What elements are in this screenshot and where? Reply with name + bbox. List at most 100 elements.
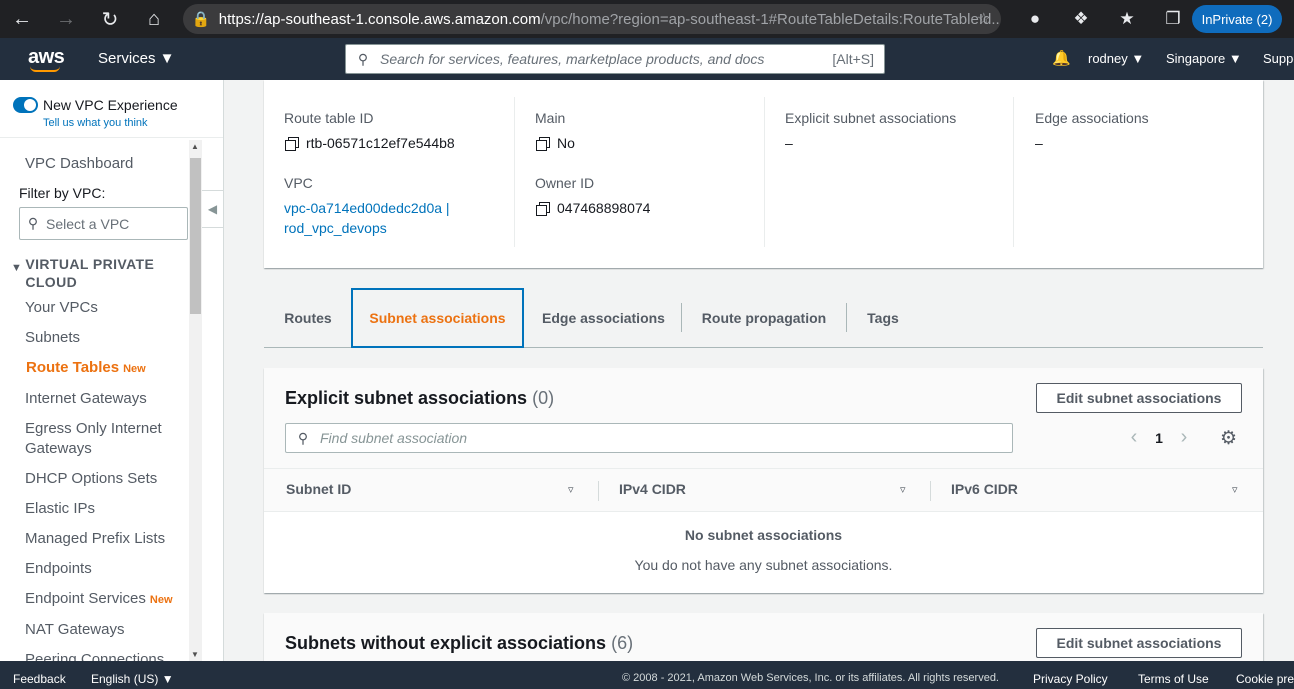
aws-logo-smile	[30, 66, 60, 72]
scroll-down-icon[interactable]: ▼	[191, 650, 199, 659]
sidebar-item-peering-connections[interactable]: Peering Connections	[25, 650, 185, 661]
sidebar-item-internet-gateways[interactable]: Internet Gateways	[25, 389, 185, 409]
favorite-star-icon[interactable]: ☆	[977, 9, 991, 29]
chevron-right-icon[interactable]: ›	[1169, 426, 1199, 449]
details-column-2: Main No Owner ID 047468898074	[514, 97, 764, 247]
route-table-id-label: Route table ID	[284, 110, 374, 126]
privacy-policy-link[interactable]: Privacy Policy	[1033, 672, 1108, 686]
chevron-left-icon[interactable]: ‹	[1119, 426, 1149, 449]
explicit-associations-label: Explicit subnet associations	[785, 110, 957, 126]
region-menu[interactable]: Singapore ▼	[1166, 51, 1242, 66]
pagination: ‹ 1 ›	[1119, 426, 1199, 449]
sort-icon[interactable]: ▿	[900, 483, 906, 496]
section-title: VIRTUAL PRIVATE CLOUD	[25, 256, 155, 290]
back-icon[interactable]: ←	[0, 0, 44, 38]
virtual-private-cloud-section[interactable]: ▼ VIRTUAL PRIVATE CLOUD	[11, 255, 191, 291]
home-icon[interactable]: ⌂	[132, 0, 176, 38]
scroll-up-icon[interactable]: ▲	[191, 142, 199, 151]
toggle-switch[interactable]	[13, 97, 38, 113]
sidebar-item-endpoints[interactable]: Endpoints	[25, 559, 185, 579]
explicit-subnet-associations-card: Explicit subnet associations (0) Edit su…	[264, 368, 1263, 593]
browser-toolbar: ← → ↻ ⌂ 🔒 https://ap-southeast-1.console…	[0, 0, 1294, 38]
sidebar-item-subnets[interactable]: Subnets	[25, 328, 185, 348]
card-header: Explicit subnet associations (0) Edit su…	[264, 368, 1263, 468]
caret-down-icon: ▼	[11, 262, 23, 274]
sidebar: New VPC Experience Tell us what you thin…	[0, 80, 224, 661]
card-count: (6)	[611, 633, 634, 653]
card-title: Explicit subnet associations (0)	[285, 388, 554, 409]
sidebar-item-endpoint-services[interactable]: Endpoint Services New	[25, 589, 195, 610]
edit-subnet-associations-button[interactable]: Edit subnet associations	[1036, 383, 1242, 413]
vpc-id-text: vpc-0a714ed00dedc2d0a |	[284, 200, 450, 216]
vpc-link[interactable]: vpc-0a714ed00dedc2d0a | rod_vpc_devops	[284, 198, 450, 238]
sidebar-item-label: Managed Prefix Lists	[25, 530, 166, 547]
extension-icon[interactable]: ●	[1012, 9, 1058, 29]
language-selector[interactable]: English (US) ▼	[91, 672, 174, 686]
search-icon: ⚲	[297, 429, 309, 446]
services-menu[interactable]: Services ▼	[98, 50, 175, 67]
collapse-sidebar-button[interactable]: ◀	[202, 190, 224, 228]
tab-tags[interactable]: Tags	[847, 288, 919, 347]
card-title-text: Explicit subnet associations	[285, 388, 528, 408]
gear-icon[interactable]: ⚙	[1220, 427, 1237, 450]
sidebar-scrollbar[interactable]: ▲ ▼	[189, 140, 202, 661]
vpc-label: VPC	[284, 175, 313, 191]
sidebar-item-nat-gateways[interactable]: NAT Gateways	[25, 620, 185, 640]
console-search-input[interactable]: ⚲ Search for services, features, marketp…	[345, 44, 885, 74]
find-subnet-association-input[interactable]: ⚲ Find subnet association	[285, 423, 1013, 453]
sidebar-item-vpc-dashboard[interactable]: VPC Dashboard	[25, 154, 185, 174]
extensions-puzzle-icon[interactable]: ❖	[1058, 9, 1104, 29]
vpc-name-text: rod_vpc_devops	[284, 220, 387, 236]
support-menu[interactable]: Support	[1263, 51, 1294, 66]
page-number[interactable]: 1	[1149, 430, 1169, 446]
favorites-icon[interactable]: ★	[1104, 9, 1150, 29]
empty-state-description: You do not have any subnet associations.	[634, 557, 893, 573]
copy-icon[interactable]	[536, 201, 550, 216]
user-menu[interactable]: rodney ▼	[1088, 51, 1144, 66]
collections-icon[interactable]: ❐	[1150, 9, 1196, 29]
console-search-placeholder: Search for services, features, marketpla…	[380, 51, 765, 67]
sidebar-item-dhcp-options-sets[interactable]: DHCP Options Sets	[25, 469, 185, 489]
column-subnet-id[interactable]: Subnet ID	[286, 481, 351, 497]
terms-of-use-link[interactable]: Terms of Use	[1138, 672, 1209, 686]
feedback-link[interactable]: Feedback	[13, 672, 66, 686]
inprivate-badge[interactable]: InPrivate (2)	[1192, 5, 1282, 33]
sidebar-item-label: Internet Gateways	[25, 390, 147, 407]
find-placeholder: Find subnet association	[320, 430, 468, 446]
feedback-link[interactable]: Tell us what you think	[43, 117, 148, 129]
sidebar-item-label: Elastic IPs	[25, 500, 96, 517]
sidebar-item-label: Endpoint Services	[25, 590, 146, 607]
url-path: /vpc/home?region=ap-southeast-1#RouteTab…	[540, 10, 1001, 28]
new-vpc-experience-toggle[interactable]: New VPC Experience	[13, 97, 178, 113]
tab-subnet-associations[interactable]: Subnet associations	[351, 288, 524, 348]
table-header: Subnet ID ▿ IPv4 CIDR ▿ IPv6 CIDR ▿	[264, 468, 1263, 512]
cookie-preferences-link[interactable]: Cookie preferences	[1236, 672, 1294, 686]
url-host: https://ap-southeast-1.console.aws.amazo…	[218, 10, 541, 28]
copy-icon[interactable]	[536, 136, 550, 151]
edit-subnet-associations-button[interactable]: Edit subnet associations	[1036, 628, 1242, 658]
tab-routes[interactable]: Routes	[264, 288, 352, 347]
refresh-icon[interactable]: ↻	[88, 0, 132, 38]
sidebar-item-elastic-ips[interactable]: Elastic IPs	[25, 499, 185, 519]
sidebar-item-managed-prefix-lists[interactable]: Managed Prefix Lists	[25, 529, 185, 549]
search-icon: ⚲	[27, 215, 39, 231]
sidebar-item-your-vpcs[interactable]: Your VPCs	[25, 298, 185, 318]
sidebar-item-egress-only-internet-gateways[interactable]: Egress Only Internet Gateways	[25, 419, 185, 459]
bell-icon[interactable]: 🔔	[1052, 49, 1071, 67]
forward-icon[interactable]: →	[44, 0, 88, 38]
sidebar-item-label: Your VPCs	[25, 299, 98, 316]
copy-icon[interactable]	[285, 136, 299, 151]
scrollbar-thumb[interactable]	[190, 158, 201, 314]
sidebar-item-route-tables[interactable]: Route Tables New	[26, 358, 186, 379]
sort-icon[interactable]: ▿	[568, 483, 574, 496]
sidebar-item-label: Endpoints	[25, 560, 92, 577]
tab-edge-associations[interactable]: Edge associations	[526, 288, 681, 347]
filter-by-vpc-label: Filter by VPC:	[19, 185, 106, 201]
sort-icon[interactable]: ▿	[1232, 483, 1238, 496]
column-separator	[598, 481, 599, 501]
column-ipv4-cidr[interactable]: IPv4 CIDR	[619, 481, 686, 497]
address-bar[interactable]: 🔒 https://ap-southeast-1.console.aws.ama…	[183, 4, 1001, 34]
column-ipv6-cidr[interactable]: IPv6 CIDR	[951, 481, 1018, 497]
vpc-filter-select[interactable]: ⚲ Select a VPC	[19, 207, 188, 240]
tab-route-propagation[interactable]: Route propagation	[682, 288, 846, 347]
